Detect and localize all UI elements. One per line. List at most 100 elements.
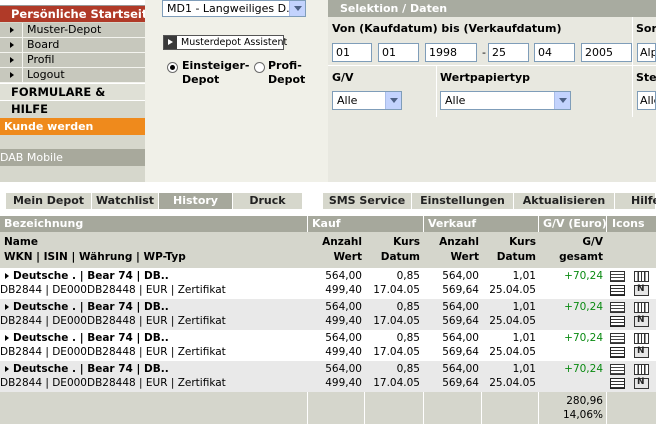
header-gv-euro: G/V (Euro) — [543, 217, 607, 230]
steuer-select[interactable]: Alle — [637, 91, 656, 110]
to-month-input[interactable]: 04 — [534, 43, 575, 62]
details-icon[interactable] — [610, 285, 625, 296]
details-icon[interactable] — [610, 378, 625, 389]
col-vk-kurs: Kurs — [509, 236, 536, 248]
row-vk-wert: 569,64 — [442, 377, 479, 389]
wertpapiertyp-value: Alle — [445, 94, 466, 107]
chevron-down-icon[interactable] — [289, 1, 305, 16]
row-kauf-wert: 499,40 — [325, 346, 362, 358]
tab-mein-depot[interactable]: Mein Depot — [6, 193, 92, 209]
divider — [606, 392, 607, 424]
col-vk-anzahl: Anzahl — [439, 236, 479, 248]
arrow-right-icon — [10, 57, 14, 63]
sidebar-item-label: Board — [27, 38, 60, 51]
orderbook-icon[interactable] — [610, 333, 625, 344]
tab-sms-service[interactable]: SMS Service — [323, 193, 412, 209]
row-vk-kurs: 1,01 — [512, 363, 536, 375]
news-icon[interactable] — [634, 315, 649, 327]
tab-watchlist[interactable]: Watchlist — [92, 193, 159, 209]
orderbook-icon[interactable] — [610, 364, 625, 375]
sidebar-item-muster-depot[interactable]: Muster-Depot — [0, 23, 145, 38]
sidebar-item-label: Logout — [27, 68, 65, 81]
header-bezeichnung: Bezeichnung — [4, 217, 84, 230]
table-row: Deutsche . | Bear 74 | DB.. DB2844 | DE0… — [0, 268, 656, 299]
details-icon[interactable] — [610, 347, 625, 358]
sidebar-item-profil[interactable]: Profil — [0, 53, 145, 68]
row-kauf-kurs: 0,85 — [396, 332, 420, 344]
row-gv: +70,24 — [564, 301, 603, 313]
row-kauf-anzahl: 564,00 — [325, 332, 362, 344]
depot-selector-panel — [145, 0, 328, 182]
tab-druck[interactable]: Druck — [233, 193, 303, 209]
chart-icon[interactable] — [634, 271, 649, 282]
sidebar-item-logout[interactable]: Logout — [0, 68, 145, 83]
row-name-link[interactable]: Deutsche . | Bear 74 | DB.. — [13, 269, 169, 283]
tab-history[interactable]: History — [159, 193, 233, 209]
radio-profi-depot[interactable] — [254, 62, 265, 73]
row-name-link[interactable]: Deutsche . | Bear 74 | DB.. — [13, 300, 169, 314]
table-row: Deutsche . | Bear 74 | DB.. DB2844 | DE0… — [0, 361, 656, 392]
table-row: Deutsche . | Bear 74 | DB.. DB2844 | DE0… — [0, 299, 656, 330]
formulare-hilfe-link[interactable]: FORMULARE & HILFE — [0, 83, 145, 116]
depot-select[interactable]: MD1 - Langweiliges D. — [162, 0, 306, 17]
row-kauf-wert: 499,40 — [325, 315, 362, 327]
sidebar-section-title: Persönliche Startseite — [0, 6, 155, 22]
sort-select[interactable]: Alp — [637, 43, 656, 62]
gv-filter-value: Alle — [337, 94, 358, 107]
radio-einsteiger-label: Einsteiger- Depot — [182, 59, 249, 87]
orderbook-icon[interactable] — [610, 302, 625, 313]
row-vk-wert: 569,64 — [442, 346, 479, 358]
divider — [481, 392, 482, 424]
divider — [22, 53, 23, 68]
row-kauf-kurs: 0,85 — [396, 270, 420, 282]
chart-icon[interactable] — [634, 302, 649, 313]
chevron-down-icon[interactable] — [385, 92, 401, 109]
to-year-input[interactable]: 2005 — [581, 43, 632, 62]
sidebar-item-label: Muster-Depot — [27, 23, 102, 36]
row-kauf-kurs: 0,85 — [396, 301, 420, 313]
chevron-down-icon[interactable] — [554, 92, 570, 109]
col-kauf-kurs: Kurs — [393, 236, 420, 248]
divider — [22, 38, 23, 53]
col-vk-datum: Datum — [496, 251, 536, 263]
sidebar-item-board[interactable]: Board — [0, 38, 145, 53]
radio-einsteiger-depot[interactable] — [167, 62, 178, 73]
to-day-input[interactable]: 25 — [488, 43, 529, 62]
header-icons: Icons — [612, 217, 645, 230]
depot-select-value: MD1 - Langweiliges D. — [167, 2, 290, 15]
divider — [22, 68, 23, 83]
musterdepot-assistant-button[interactable]: Musterdepot Assistent — [163, 35, 287, 50]
row-ident: DB2844 | DE000DB28448 | EUR | Zertifikat — [0, 377, 226, 389]
radio-label-line: Einsteiger- — [182, 59, 250, 72]
wertpapiertyp-select[interactable]: Alle — [440, 91, 571, 110]
gv-filter-select[interactable]: Alle — [332, 91, 402, 110]
wertpapiertyp-label: Wertpapiertyp — [440, 71, 531, 84]
play-icon — [164, 36, 177, 49]
news-icon[interactable] — [634, 377, 649, 389]
arrow-right-icon — [10, 42, 14, 48]
row-gv: +70,24 — [564, 363, 603, 375]
from-year-input[interactable]: 1998 — [425, 43, 477, 62]
row-kauf-datum: 17.04.05 — [373, 346, 420, 358]
row-vk-datum: 25.04.05 — [489, 315, 536, 327]
divider — [632, 17, 633, 117]
header-verkauf: Verkauf — [428, 217, 477, 230]
row-name-link[interactable]: Deutsche . | Bear 74 | DB.. — [13, 331, 169, 345]
row-vk-anzahl: 564,00 — [442, 363, 479, 375]
news-icon[interactable] — [634, 346, 649, 358]
from-month-input[interactable]: 01 — [378, 43, 419, 62]
left-sidebar: Persönliche Startseite Muster-Depot Boar… — [0, 0, 155, 182]
chart-icon[interactable] — [634, 333, 649, 344]
sidebar-item-label: Profil — [27, 53, 55, 66]
dab-mobile-link[interactable]: DAB Mobile — [0, 149, 145, 166]
tab-hilfe[interactable]: Hilfe — [615, 193, 656, 209]
details-icon[interactable] — [610, 316, 625, 327]
kunde-werden-link[interactable]: Kunde werden — [0, 118, 145, 135]
tab-aktualisieren[interactable]: Aktualisieren — [514, 193, 615, 209]
news-icon[interactable] — [634, 284, 649, 296]
tab-einstellungen[interactable]: Einstellungen — [412, 193, 514, 209]
row-name-link[interactable]: Deutsche . | Bear 74 | DB.. — [13, 362, 169, 376]
chart-icon[interactable] — [634, 364, 649, 375]
orderbook-icon[interactable] — [610, 271, 625, 282]
from-day-input[interactable]: 01 — [332, 43, 372, 62]
